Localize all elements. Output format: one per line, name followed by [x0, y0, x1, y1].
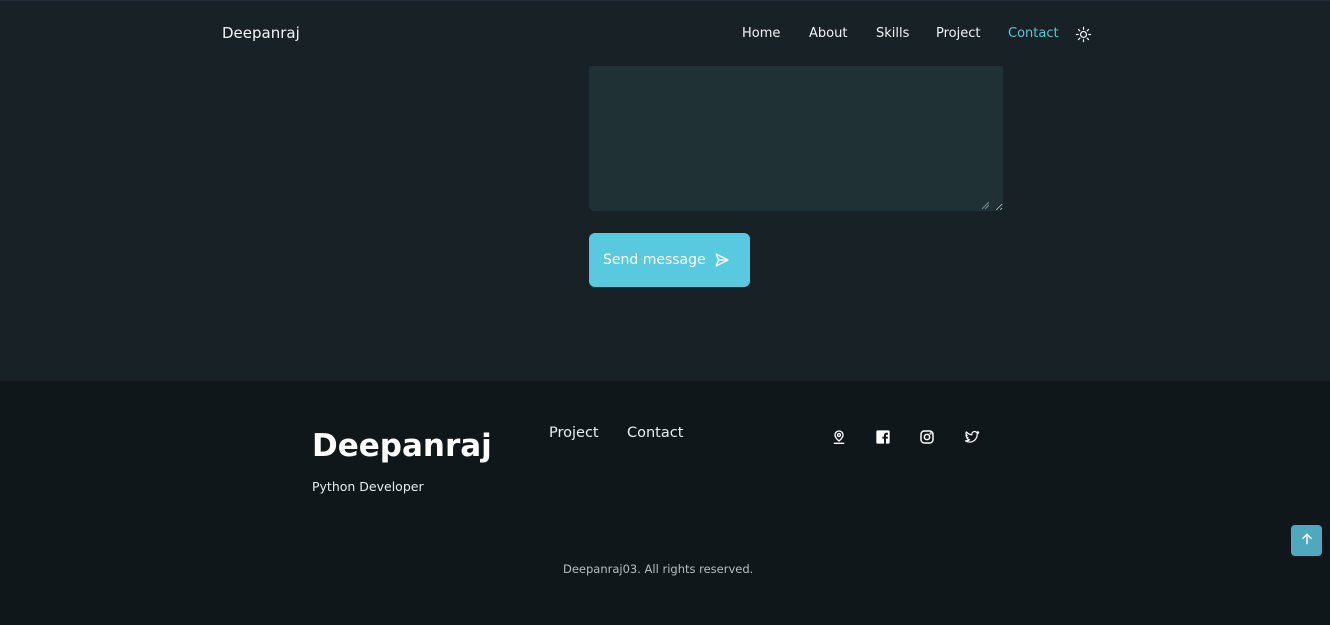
send-icon: [714, 252, 730, 268]
nav-link-contact[interactable]: Contact: [1008, 26, 1059, 41]
footer-link-contact[interactable]: Contact: [627, 425, 683, 441]
instagram-icon[interactable]: [919, 429, 935, 445]
facebook-icon[interactable]: [875, 429, 891, 445]
copyright-text: Deepanraj03. All rights reserved.: [563, 562, 754, 576]
send-message-label: Send message: [603, 252, 706, 268]
send-message-button[interactable]: Send message: [589, 233, 750, 287]
nav-link-about[interactable]: About: [809, 26, 847, 41]
footer-link-project[interactable]: Project: [549, 425, 599, 441]
sun-icon[interactable]: [1075, 26, 1092, 43]
resize-grip-icon[interactable]: [981, 194, 990, 210]
logo-link[interactable]: Deepanraj: [222, 24, 300, 42]
location-pin-icon[interactable]: [831, 429, 847, 445]
nav-link-home[interactable]: Home: [742, 26, 780, 41]
nav-link-skills[interactable]: Skills: [876, 26, 909, 41]
footer-title: Deepanraj: [312, 428, 492, 464]
scroll-up-button[interactable]: [1291, 525, 1322, 556]
twitter-icon[interactable]: [963, 429, 980, 445]
site-header: Deepanraj Home About Skills Project Cont…: [0, 0, 1330, 66]
footer-subtitle: Python Developer: [312, 479, 424, 494]
message-textarea[interactable]: [589, 66, 1003, 211]
site-footer: [0, 381, 1330, 625]
arrow-up-icon: [1300, 531, 1314, 550]
nav-link-project[interactable]: Project: [936, 26, 980, 41]
